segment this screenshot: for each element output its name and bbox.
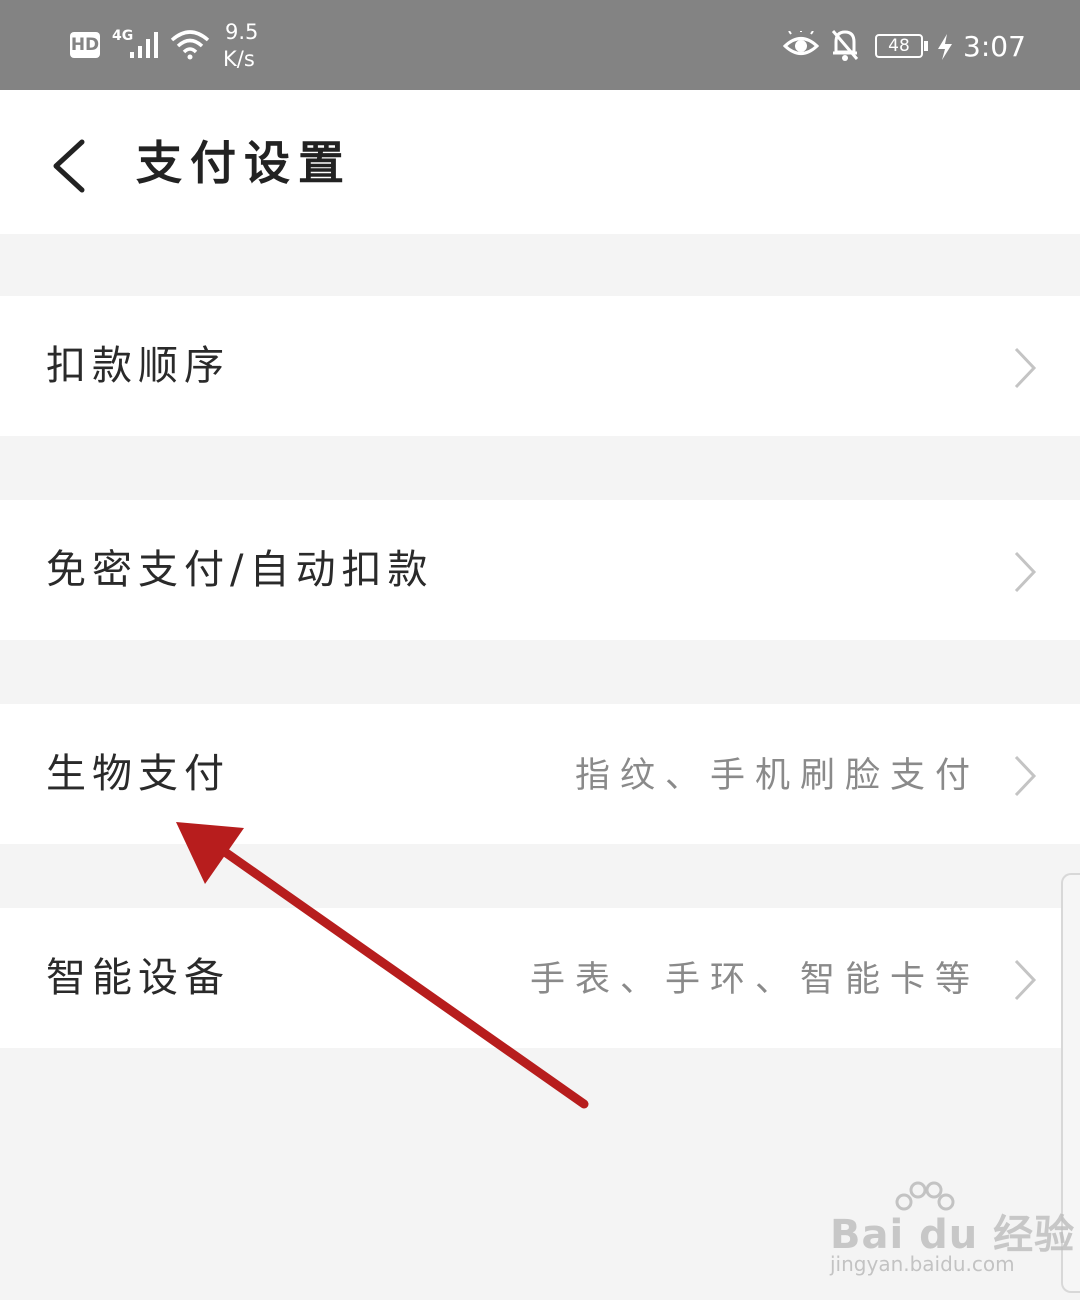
watermark-url: jingyan.baidu.com	[830, 1252, 1015, 1276]
annotation-arrow	[176, 822, 589, 1109]
